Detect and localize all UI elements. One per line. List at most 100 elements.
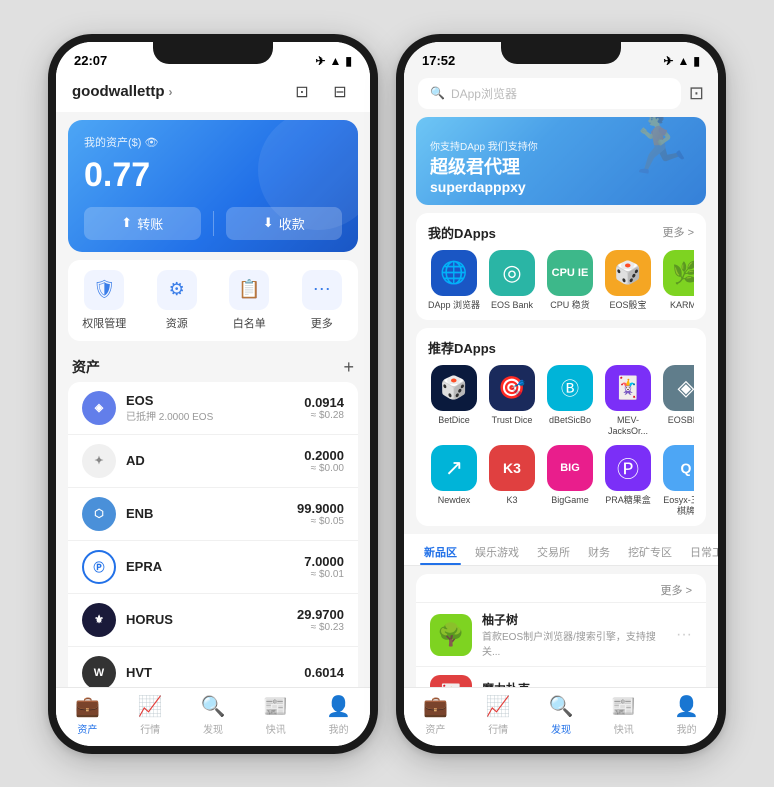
news-nav-label: 快讯 <box>266 721 286 736</box>
left-notch <box>153 42 273 64</box>
left-header: goodwallettp › ⊡ ⊟ <box>56 74 370 112</box>
list-item[interactable]: ◎ EOS Bank <box>486 250 538 311</box>
horus-name: HORUS <box>126 612 287 627</box>
tab-finance[interactable]: 财务 <box>580 538 618 565</box>
search-icon: 🔍 <box>430 86 445 100</box>
list-item[interactable]: Q Eosyx-三公棋牌 <box>660 445 694 517</box>
epra-value: 7.0000 <box>304 554 344 569</box>
recommend-dapps-row2: ↗ Newdex K3 K3 BIG BigGame Ⓟ <box>428 445 694 517</box>
dbetsicbo-icon: Ⓑ <box>547 365 593 411</box>
r-nav-assets[interactable]: 💼 资产 <box>404 694 467 736</box>
eos-info: EOS 已抵押 2.0000 EOS <box>126 393 294 423</box>
nav-news[interactable]: 📰 快讯 <box>244 694 307 736</box>
ad-name: AD <box>126 453 294 468</box>
banner-text: 你支持DApp 我们支持你 超级君代理 superdapppxy <box>430 138 538 195</box>
assets-title: 资产 <box>72 357 100 377</box>
r-battery-icon: ▮ <box>693 54 700 68</box>
eos-amount: 0.0914 ≈ $0.28 <box>304 395 344 421</box>
my-dapps-more[interactable]: 更多 > <box>663 224 694 240</box>
list-item[interactable]: 🎯 Trust Dice <box>486 365 538 437</box>
nav-market[interactable]: 📈 行情 <box>119 694 182 736</box>
tab-daily[interactable]: 日常工... <box>682 538 718 565</box>
r-nav-market[interactable]: 📈 行情 <box>467 694 530 736</box>
nav-assets[interactable]: 💼 资产 <box>56 694 119 736</box>
assets-nav-icon: 💼 <box>75 694 100 719</box>
table-row: Ⓟ EPRA 7.0000 ≈ $0.01 <box>68 541 358 594</box>
yuzushu-desc: 首款EOS制户浏览器/搜索引擎，支持搜关... <box>482 628 666 658</box>
scan-header-icon[interactable]: ⊡ <box>288 78 316 106</box>
ad-info: AD <box>126 453 294 468</box>
promo-banner[interactable]: 你支持DApp 我们支持你 超级君代理 superdapppxy 🏃 <box>416 117 706 205</box>
eos-bank-icon: ◎ <box>489 250 535 296</box>
betdice-label: BetDice <box>438 415 470 426</box>
wallet-name[interactable]: goodwallettp › <box>72 83 173 100</box>
cpu-label: CPU 稳货 <box>550 300 590 311</box>
tab-exchange[interactable]: 交易所 <box>529 538 578 565</box>
nav-profile[interactable]: 👤 我的 <box>307 694 370 736</box>
r-nav-discover[interactable]: 🔍 发现 <box>530 694 593 736</box>
epra-usd: ≈ $0.01 <box>304 569 344 580</box>
yuzushu-icon: 🌳 <box>430 614 472 656</box>
list-item[interactable]: Ⓟ PRA糖果盒 <box>602 445 654 517</box>
card-divider <box>213 211 214 236</box>
wallet-name-text: goodwallettp <box>72 83 165 100</box>
whitelist-label: 白名单 <box>233 315 266 331</box>
r-profile-nav-label: 我的 <box>677 721 697 736</box>
r-assets-nav-label: 资产 <box>425 721 445 736</box>
list-item[interactable]: ↗ Newdex <box>428 445 480 517</box>
qa-whitelist[interactable]: 📋 白名单 <box>213 270 286 331</box>
list-item[interactable]: K3 K3 <box>486 445 538 517</box>
list-item[interactable]: ◈ EOSBET <box>660 365 694 437</box>
list-item[interactable]: 🌿 KARMA <box>660 250 694 311</box>
right-notch <box>501 42 621 64</box>
list-item[interactable]: BIG BigGame <box>544 445 596 517</box>
recommend-dapps-section: 推荐DApps 🎲 BetDice 🎯 Trust Dice Ⓑ <box>416 328 706 526</box>
receive-button[interactable]: ⬇ 收款 <box>226 207 343 240</box>
list-item[interactable]: 🌐 DApp 浏览器 <box>428 250 480 311</box>
asset-card: 我的资产($) 👁 0.77 ⬆ 转账 ⬇ 收款 <box>68 120 358 252</box>
grid-header-icon[interactable]: ⊟ <box>326 78 354 106</box>
right-scan-icon[interactable]: ⊡ <box>689 83 704 104</box>
assets-section-header: 资产 + <box>56 349 370 382</box>
my-dapps-grid: 🌐 DApp 浏览器 ◎ EOS Bank CPU IE CPU 稳货 � <box>428 250 694 311</box>
list-item[interactable]: CPU IE CPU 稳货 <box>544 250 596 311</box>
ad-value: 0.2000 <box>304 448 344 463</box>
tab-new[interactable]: 新品区 <box>416 538 465 565</box>
right-bottom-nav: 💼 资产 📈 行情 🔍 发现 📰 快讯 👤 我的 <box>404 687 718 746</box>
enb-name: ENB <box>126 506 287 521</box>
r-nav-profile[interactable]: 👤 我的 <box>655 694 718 736</box>
list-item[interactable]: Ⓑ dBetSicBo <box>544 365 596 437</box>
horus-usd: ≈ $0.23 <box>297 622 344 633</box>
more-icon: ⋯ <box>302 270 342 310</box>
right-status-icons: ✈ ▲ ▮ <box>663 54 700 68</box>
assets-nav-label: 资产 <box>77 721 97 736</box>
ad-icon: ✦ <box>82 444 116 478</box>
r-nav-news[interactable]: 📰 快讯 <box>592 694 655 736</box>
eosbet-icon: ◈ <box>663 365 694 411</box>
list-item[interactable]: 🎲 BetDice <box>428 365 480 437</box>
quick-actions: 🛡 权限管理 ⚙ 资源 📋 白名单 ⋯ 更多 <box>68 260 358 341</box>
eosyx-label: Eosyx-三公棋牌 <box>660 495 694 517</box>
dapp-search-input[interactable]: 🔍 DApp浏览器 <box>418 78 681 109</box>
chevron-right-icon: › <box>169 85 173 99</box>
dapp-browser-icon: 🌐 <box>431 250 477 296</box>
nav-discover[interactable]: 🔍 发现 <box>182 694 245 736</box>
eos-sicbo-label: EOS骰宝 <box>609 300 646 311</box>
eos-sub: 已抵押 2.0000 EOS <box>126 408 294 423</box>
list-item[interactable]: 🎲 EOS骰宝 <box>602 250 654 311</box>
enb-value: 99.9000 <box>297 501 344 516</box>
list-item[interactable]: 🃏 魔力扑克 一款多人在线区块链扑克游戏 ··· <box>416 666 706 686</box>
tab-mining[interactable]: 挖矿专区 <box>620 538 680 565</box>
eos-sicbo-icon: 🎲 <box>605 250 651 296</box>
qa-resources[interactable]: ⚙ 资源 <box>141 270 214 331</box>
profile-nav-label: 我的 <box>329 721 349 736</box>
new-apps-more[interactable]: 更多 > <box>661 582 692 598</box>
trustdice-label: Trust Dice <box>492 415 533 426</box>
list-item[interactable]: 🌳 柚子树 首款EOS制户浏览器/搜索引擎，支持搜关... ··· <box>416 602 706 666</box>
transfer-button[interactable]: ⬆ 转账 <box>84 207 201 240</box>
tab-games[interactable]: 娱乐游戏 <box>467 538 527 565</box>
qa-permissions[interactable]: 🛡 权限管理 <box>68 270 141 331</box>
qa-more[interactable]: ⋯ 更多 <box>286 270 359 331</box>
list-item[interactable]: 🃏 MEV-JacksOr... <box>602 365 654 437</box>
add-asset-button[interactable]: + <box>343 357 354 378</box>
